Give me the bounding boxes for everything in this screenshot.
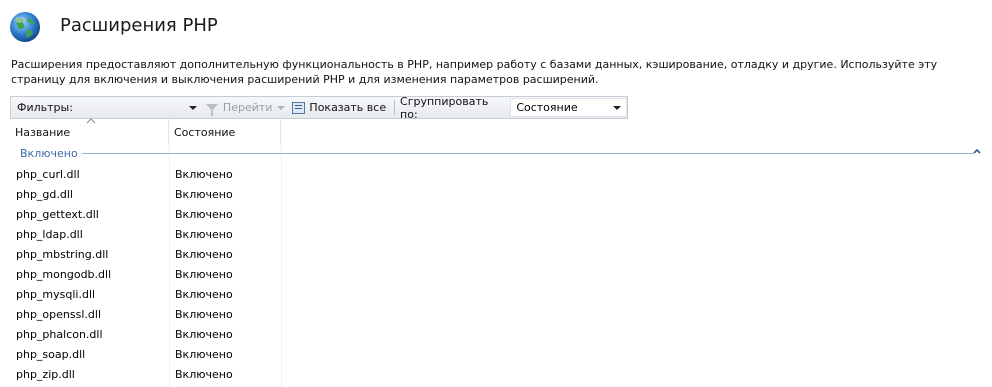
filter-input[interactable] [76, 98, 183, 117]
column-header-state-label: Состояние [174, 125, 236, 139]
show-all-button[interactable]: Показать все [287, 98, 391, 117]
extensions-list: Название Состояние Включено php_curl.dll… [10, 118, 992, 387]
go-button[interactable]: Перейти [201, 98, 278, 117]
show-all-label: Показать все [309, 101, 387, 114]
table-row[interactable]: php_mysqli.dll Включено [10, 284, 310, 304]
extension-name: php_openssl.dll [16, 307, 101, 321]
go-label: Перейти [222, 101, 273, 114]
extension-state: Включено [175, 227, 233, 241]
group-by-label: Сгруппировать по: [400, 94, 489, 121]
collapse-group-icon[interactable] [972, 147, 982, 155]
group-header[interactable]: Включено [10, 145, 992, 161]
filter-label: Фильтры: [17, 101, 73, 114]
table-row[interactable]: php_openssl.dll Включено [10, 304, 310, 324]
extensions-rows: php_curl.dll Включено php_gd.dll Включен… [10, 164, 310, 384]
go-dropdown-arrow-icon[interactable] [277, 105, 286, 110]
table-row[interactable]: php_soap.dll Включено [10, 344, 310, 364]
column-header-name[interactable]: Название [10, 118, 169, 145]
group-label: Включено [20, 147, 78, 160]
group-divider-line [82, 153, 974, 154]
chevron-down-icon [613, 105, 621, 110]
extension-name: php_soap.dll [16, 347, 86, 361]
extension-name: php_phalcon.dll [16, 327, 103, 341]
table-row[interactable]: php_ldap.dll Включено [10, 224, 310, 244]
table-row[interactable]: php_gettext.dll Включено [10, 204, 310, 224]
extension-name: php_ldap.dll [16, 227, 83, 241]
filter-toolbar: Фильтры: Перейти Показать все Сгруппиров… [10, 94, 628, 121]
extension-state: Включено [175, 287, 233, 301]
toolbar-separator [394, 100, 396, 115]
page-header: Расширения PHP [8, 8, 978, 48]
table-row[interactable]: php_curl.dll Включено [10, 164, 310, 184]
extension-name: php_curl.dll [16, 167, 80, 181]
column-header-name-label: Название [15, 125, 71, 139]
sort-ascending-icon [86, 118, 96, 124]
table-row[interactable]: php_mongodb.dll Включено [10, 264, 310, 284]
extension-name: php_gd.dll [16, 187, 73, 201]
extension-name: php_mysqli.dll [16, 287, 96, 301]
extension-state: Включено [175, 187, 233, 201]
extension-name: php_gettext.dll [16, 207, 99, 221]
extension-state: Включено [175, 247, 233, 261]
group-by-select[interactable]: Состояние [510, 98, 627, 117]
funnel-icon [205, 104, 218, 116]
extension-name: php_mbstring.dll [16, 247, 109, 261]
page-title: Расширения PHP [60, 15, 218, 36]
extension-state: Включено [175, 327, 233, 341]
show-all-icon [292, 101, 306, 114]
table-row[interactable]: php_phalcon.dll Включено [10, 324, 310, 344]
extension-state: Включено [175, 207, 233, 221]
extension-name: php_mongodb.dll [16, 267, 112, 281]
table-row[interactable]: php_zip.dll Включено [10, 364, 310, 384]
filter-dropdown-arrow-icon[interactable] [188, 105, 197, 110]
extension-state: Включено [175, 307, 233, 321]
page-description: Расширения предоставляют дополнительную … [11, 58, 938, 86]
extension-state: Включено [175, 347, 233, 361]
extension-state: Включено [175, 267, 233, 281]
extension-state: Включено [175, 367, 233, 381]
table-row[interactable]: php_gd.dll Включено [10, 184, 310, 204]
group-by-value: Состояние [516, 101, 578, 114]
extension-state: Включено [175, 167, 233, 181]
extension-name: php_zip.dll [16, 367, 75, 381]
column-header-state[interactable]: Состояние [169, 119, 281, 145]
globe-icon [10, 12, 40, 42]
table-row[interactable]: php_mbstring.dll Включено [10, 244, 310, 264]
